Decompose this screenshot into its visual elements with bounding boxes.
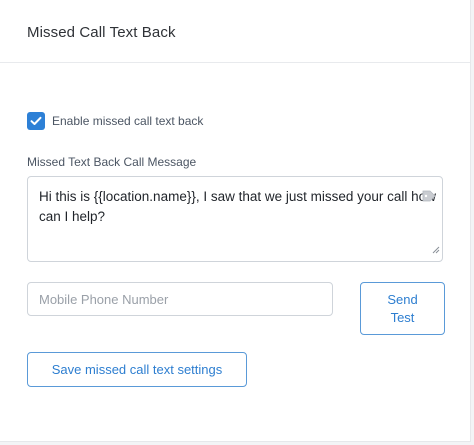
card-header: Missed Call Text Back bbox=[0, 0, 470, 63]
tag-icon[interactable] bbox=[422, 189, 436, 207]
send-test-label-line1: Send bbox=[387, 291, 418, 307]
send-test-button[interactable]: Send Test bbox=[360, 282, 445, 335]
enable-missed-call-checkbox[interactable] bbox=[27, 112, 45, 130]
send-test-label-line2: Test bbox=[390, 309, 415, 325]
message-textarea[interactable]: Hi this is {{location.name}}, I saw that… bbox=[27, 176, 443, 262]
resize-handle-icon[interactable] bbox=[431, 241, 440, 259]
enable-missed-call-label[interactable]: Enable missed call text back bbox=[52, 114, 203, 128]
save-settings-button[interactable]: Save missed call text settings bbox=[27, 352, 247, 387]
message-text[interactable]: Hi this is {{location.name}}, I saw that… bbox=[39, 187, 437, 227]
message-field-label: Missed Text Back Call Message bbox=[27, 155, 197, 169]
mobile-phone-input[interactable] bbox=[27, 282, 333, 316]
missed-call-settings-card: Missed Call Text Back Enable missed call… bbox=[0, 0, 471, 442]
page-title: Missed Call Text Back bbox=[27, 24, 176, 41]
checkmark-icon bbox=[30, 116, 42, 125]
